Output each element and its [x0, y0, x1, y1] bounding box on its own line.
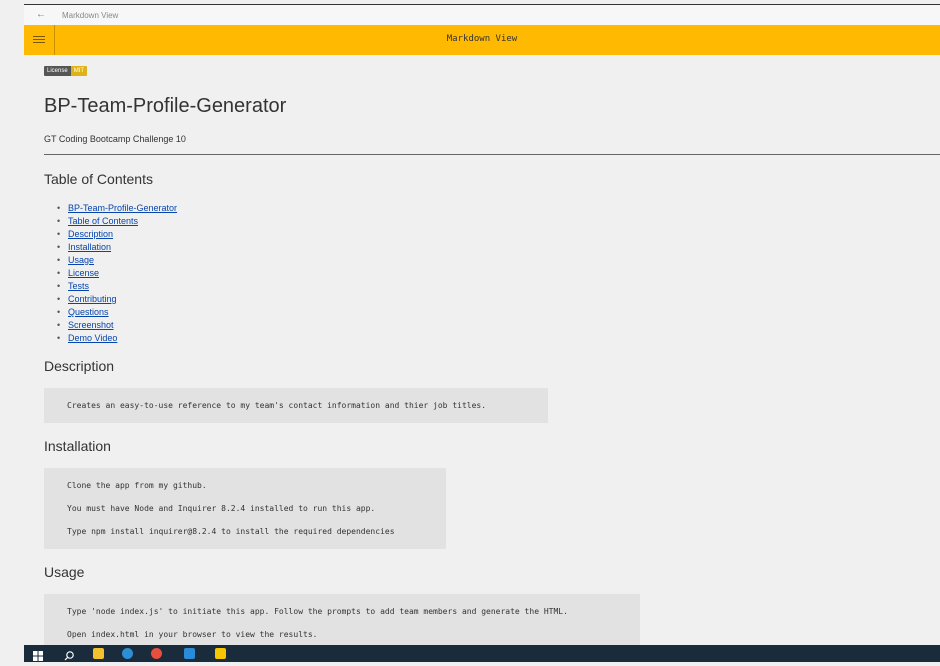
markdown-content: License MIT BP-Team-Profile-Generator GT…: [24, 55, 940, 645]
sticky-notes-icon[interactable]: [215, 648, 226, 659]
toc-list: • BP-Team-Profile-Generator • Table of Con…: [57, 202, 177, 345]
search-icon[interactable]: [64, 648, 75, 661]
page-title: BP-Team-Profile-Generator: [44, 95, 287, 117]
toc-link[interactable]: Installation: [68, 242, 111, 252]
description-code-block: Creates an easy-to-use reference to my t…: [44, 388, 548, 423]
toc-link[interactable]: Tests: [68, 281, 89, 291]
list-item: • Questions: [57, 307, 109, 317]
horizontal-rule: [44, 154, 940, 155]
app-bar: Markdown View: [24, 25, 940, 55]
chrome-browser-icon[interactable]: [151, 648, 162, 659]
toc-link[interactable]: Contributing: [68, 294, 117, 304]
list-item: • BP-Team-Profile-Generator: [57, 203, 178, 213]
title-bar: ← Markdown View: [24, 5, 940, 25]
list-item: • Installation: [57, 242, 112, 252]
usage-code-block: Type 'node index.js' to initiate this ap…: [44, 594, 640, 645]
code-line: Creates an easy-to-use reference to my t…: [67, 401, 487, 410]
back-arrow-icon[interactable]: ←: [36, 9, 46, 20]
toc-heading: Table of Contents: [44, 171, 153, 187]
list-item: • Usage: [57, 255, 95, 265]
badge-value: MIT: [70, 66, 88, 76]
code-line: Open index.html in your browser to view …: [67, 630, 318, 639]
windows-start-icon[interactable]: [33, 648, 43, 661]
app-bar-title: Markdown View: [446, 34, 518, 44]
list-item: • License: [57, 268, 100, 278]
window-title: Markdown View: [62, 11, 119, 20]
edge-browser-icon[interactable]: [122, 648, 133, 659]
code-line: Type npm install inquirer@8.2.4 to insta…: [67, 527, 395, 536]
badge-label: License: [44, 66, 71, 76]
installation-heading: Installation: [44, 438, 111, 454]
list-item: • Description: [57, 229, 114, 239]
toc-link[interactable]: Demo Video: [68, 333, 117, 343]
vscode-icon[interactable]: [184, 648, 195, 659]
license-badge: License MIT: [44, 66, 88, 76]
toc-link[interactable]: License: [68, 268, 99, 278]
list-item: • Contributing: [57, 294, 117, 304]
description-heading: Description: [44, 358, 115, 374]
list-item: • Tests: [57, 281, 90, 291]
installation-code-block: Clone the app from my github. You must h…: [44, 468, 446, 549]
toc-link[interactable]: Usage: [68, 255, 94, 265]
toc-link[interactable]: Questions: [68, 307, 109, 317]
code-line: Clone the app from my github.: [67, 481, 207, 490]
code-line: You must have Node and Inquirer 8.2.4 in…: [67, 504, 376, 513]
windows-taskbar: [24, 645, 940, 662]
toc-link[interactable]: BP-Team-Profile-Generator: [68, 203, 177, 213]
toc-link[interactable]: Screenshot: [68, 320, 114, 330]
toc-link[interactable]: Description: [68, 229, 113, 239]
code-line: Type 'node index.js' to initiate this ap…: [67, 607, 568, 616]
page-subtitle: GT Coding Bootcamp Challenge 10: [44, 134, 186, 144]
list-item: • Screenshot: [57, 320, 114, 330]
usage-heading: Usage: [44, 564, 85, 580]
list-item: • Table of Contents: [57, 216, 139, 226]
list-item: • Demo Video: [57, 333, 118, 343]
toc-link[interactable]: Table of Contents: [68, 216, 138, 226]
file-explorer-icon[interactable]: [93, 648, 104, 659]
